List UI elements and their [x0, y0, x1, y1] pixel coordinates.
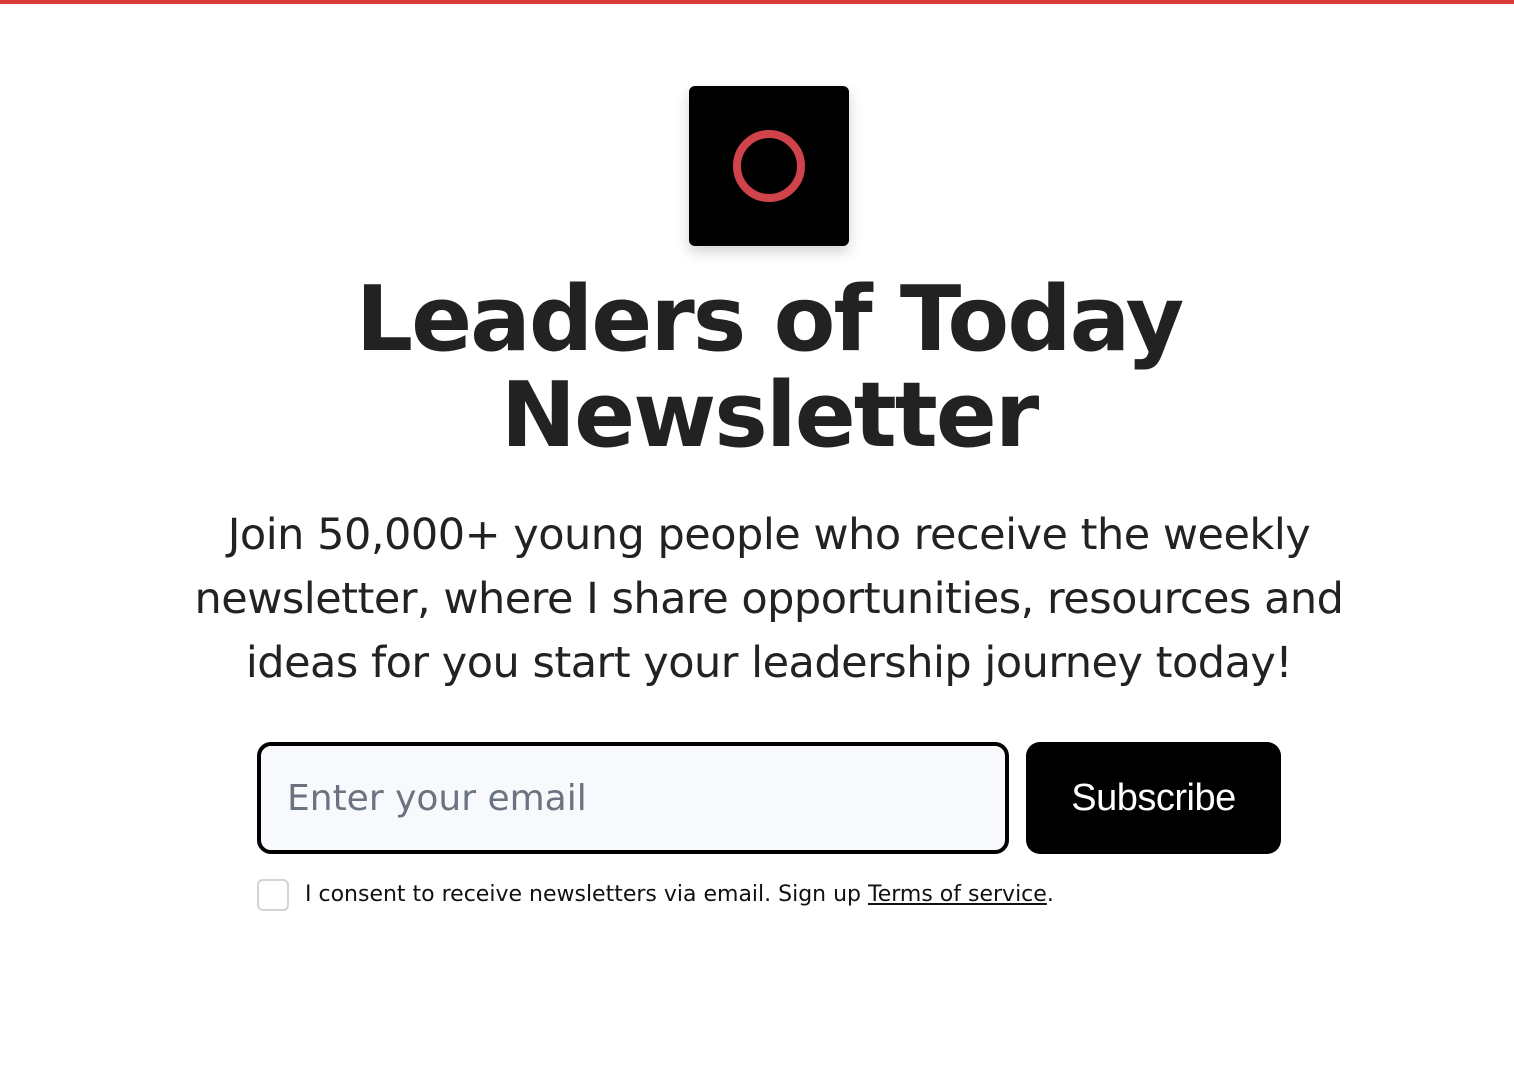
consent-row: I consent to receive newsletters via ema… [257, 878, 1054, 911]
consent-period: . [1046, 882, 1054, 907]
newsletter-description: Join 50,000+ young people who receive th… [194, 510, 1344, 688]
ring-logo-icon [733, 130, 805, 202]
page-title: Leaders of Today Newsletter [0, 272, 1514, 464]
subscribe-button[interactable]: Subscribe [1026, 742, 1281, 854]
consent-label: I consent to receive newsletters via ema… [305, 882, 1054, 907]
terms-of-service-link[interactable]: Terms of service [868, 882, 1047, 907]
email-input[interactable] [257, 742, 1009, 854]
top-accent-bar [0, 0, 1514, 4]
consent-text: I consent to receive newsletters via ema… [305, 882, 869, 907]
title-line-1: Leaders of Today [355, 267, 1185, 372]
brand-logo [689, 86, 849, 246]
consent-checkbox[interactable] [257, 878, 289, 911]
title-line-2: Newsletter [500, 363, 1039, 468]
